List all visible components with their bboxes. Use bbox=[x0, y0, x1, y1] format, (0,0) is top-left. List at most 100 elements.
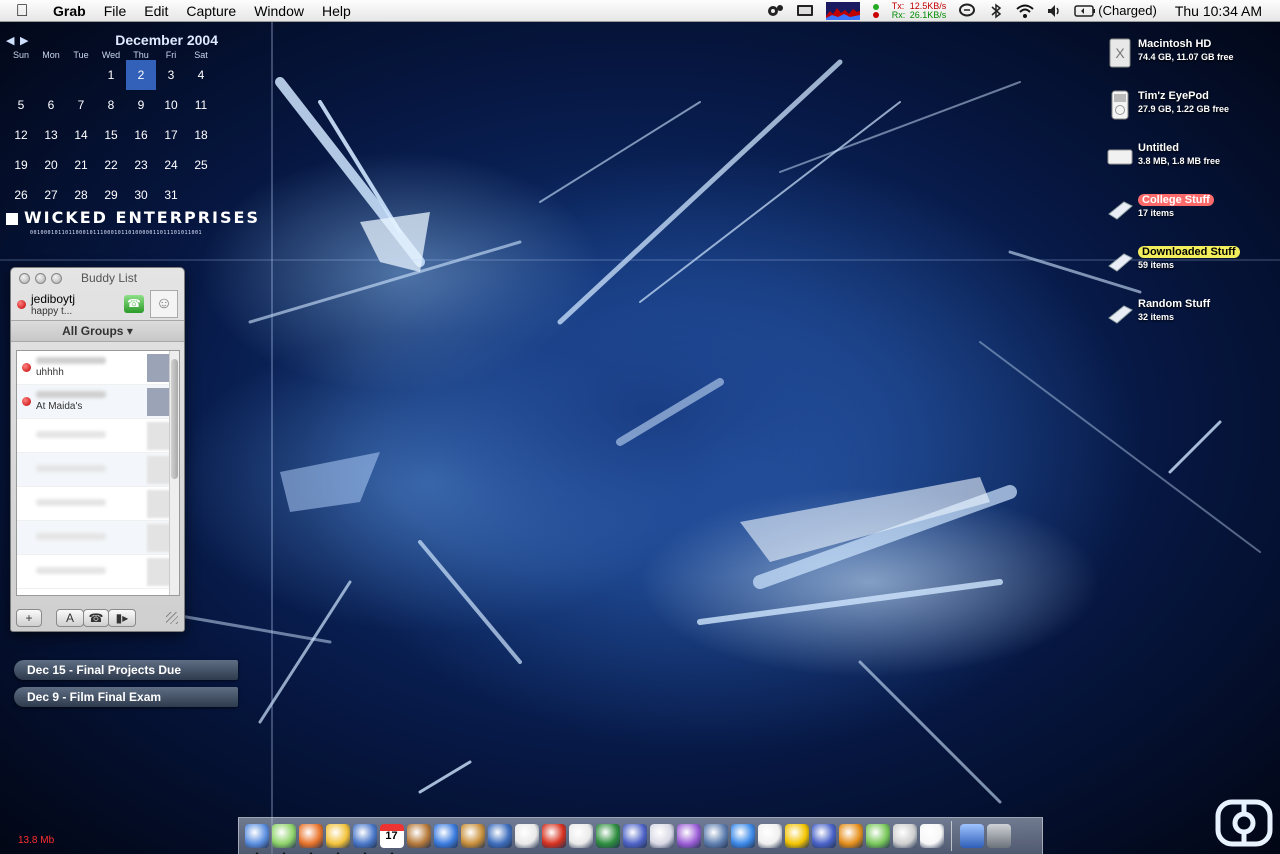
my-buddy-icon[interactable]: ☺ bbox=[150, 290, 178, 318]
address-icon[interactable] bbox=[757, 824, 782, 848]
minimize-button[interactable] bbox=[35, 272, 46, 284]
calendar-day[interactable]: 25 bbox=[186, 150, 216, 180]
display-icon[interactable] bbox=[796, 4, 814, 18]
buddy-row[interactable] bbox=[17, 555, 179, 589]
transmit-icon[interactable] bbox=[838, 824, 863, 848]
battery-icon[interactable]: (Charged) bbox=[1074, 3, 1157, 18]
calendar-day[interactable]: 10 bbox=[156, 90, 186, 120]
calendar-day[interactable]: 28 bbox=[66, 180, 96, 210]
dictionary-icon[interactable] bbox=[487, 824, 512, 848]
video-chat-icon[interactable]: ▮▸ bbox=[108, 609, 136, 627]
calendar-day[interactable]: 31 bbox=[156, 180, 186, 210]
text-chat-button[interactable]: A bbox=[56, 609, 84, 627]
quicktime-icon[interactable] bbox=[730, 824, 755, 848]
buddy-row[interactable] bbox=[17, 453, 179, 487]
buddy-row[interactable] bbox=[17, 521, 179, 555]
desktop-icon-macintosh-hd[interactable]: X Macintosh HD 74.4 GB, 11.07 GB free bbox=[1106, 38, 1234, 68]
ipod-icon[interactable] bbox=[649, 824, 674, 848]
dvd-player-icon[interactable] bbox=[514, 824, 539, 848]
my-status-message[interactable]: happy t... bbox=[31, 306, 75, 317]
desktop-icon-college-stuff[interactable]: College Stuff 17 items bbox=[1106, 194, 1214, 224]
calendar-day[interactable]: 3 bbox=[156, 60, 186, 90]
desktop-icon-downloaded-stuff[interactable]: Downloaded Stuff 59 items bbox=[1106, 246, 1240, 276]
my-screen-name[interactable]: jediboytj bbox=[31, 292, 75, 306]
menu-clock[interactable]: Thu 10:34 AM bbox=[1175, 3, 1262, 19]
buddy-list-scrollbar[interactable] bbox=[169, 351, 179, 595]
desktop-icon-random-stuff[interactable]: Random Stuff 32 items bbox=[1106, 298, 1210, 328]
menu-edit[interactable]: Edit bbox=[135, 0, 177, 22]
groups-selector[interactable]: All Groups ▾ bbox=[11, 320, 184, 342]
calendar-day[interactable]: 8 bbox=[96, 90, 126, 120]
menu-capture[interactable]: Capture bbox=[177, 0, 245, 22]
buddy-row[interactable] bbox=[17, 487, 179, 521]
gear-icon[interactable] bbox=[766, 3, 784, 19]
buddy-list-titlebar[interactable]: Buddy List bbox=[11, 268, 184, 288]
network-stats[interactable]: Tx: 12.5KB/s Rx: 26.1KB/s bbox=[892, 1, 947, 20]
calendar-day[interactable]: 30 bbox=[126, 180, 156, 210]
calculator-icon[interactable] bbox=[892, 824, 917, 848]
calendar-day[interactable]: 16 bbox=[126, 120, 156, 150]
desktop-icon-eyepod[interactable]: Tim'z EyePod 27.9 GB, 1.22 GB free bbox=[1106, 90, 1229, 120]
calendar-day[interactable]: 2 bbox=[126, 60, 156, 90]
firefox-icon[interactable] bbox=[298, 824, 323, 854]
apple-menu-icon[interactable]:  bbox=[0, 1, 44, 21]
finder-icon[interactable] bbox=[244, 824, 269, 854]
scroll-thumb[interactable] bbox=[171, 359, 178, 479]
reminder-film-exam[interactable]: Dec 9 - Film Final Exam bbox=[14, 687, 238, 707]
calendar-day[interactable]: 21 bbox=[66, 150, 96, 180]
calendar-day[interactable]: 17 bbox=[156, 120, 186, 150]
calendar-day[interactable]: 9 bbox=[126, 90, 156, 120]
disc-utility-icon[interactable] bbox=[676, 824, 701, 848]
applications-icon[interactable] bbox=[959, 824, 984, 848]
menu-app-grab[interactable]: Grab bbox=[44, 0, 95, 22]
zoom-button[interactable] bbox=[51, 272, 62, 284]
iphoto-icon[interactable] bbox=[406, 824, 431, 848]
trash-icon[interactable] bbox=[986, 824, 1011, 848]
clapper-icon[interactable] bbox=[622, 824, 647, 848]
calendar-day[interactable]: 23 bbox=[126, 150, 156, 180]
menu-file[interactable]: File bbox=[95, 0, 136, 22]
calendar-day[interactable]: 7 bbox=[66, 90, 96, 120]
calendar-day[interactable]: 27 bbox=[36, 180, 66, 210]
imovie-icon[interactable] bbox=[433, 824, 458, 848]
adium-icon[interactable] bbox=[865, 824, 890, 848]
mail-icon[interactable] bbox=[352, 824, 377, 854]
audio-chat-icon[interactable]: ☎ bbox=[83, 609, 109, 627]
close-button[interactable] bbox=[19, 272, 30, 284]
calendar-day[interactable]: 12 bbox=[6, 120, 36, 150]
aim-icon[interactable] bbox=[325, 824, 350, 854]
calendar-day[interactable]: 22 bbox=[96, 150, 126, 180]
calendar-day[interactable]: 20 bbox=[36, 150, 66, 180]
calendar-day[interactable]: 14 bbox=[66, 120, 96, 150]
activity-monitor-icon[interactable] bbox=[919, 824, 944, 848]
buddy-row[interactable]: At Maida's bbox=[17, 385, 179, 419]
chat-bubble-icon[interactable] bbox=[958, 3, 976, 19]
resize-grip-icon[interactable] bbox=[166, 612, 178, 624]
ical-icon[interactable]: 17 bbox=[379, 824, 404, 854]
calendar-day[interactable]: 18 bbox=[186, 120, 216, 150]
final-cut-icon[interactable] bbox=[568, 824, 593, 848]
calendar-day[interactable]: 29 bbox=[96, 180, 126, 210]
garageband-icon[interactable] bbox=[460, 824, 485, 848]
server-icon[interactable] bbox=[703, 824, 728, 848]
calendar-day[interactable]: 19 bbox=[6, 150, 36, 180]
add-buddy-button[interactable]: + bbox=[16, 609, 42, 627]
calendar-day[interactable]: 26 bbox=[6, 180, 36, 210]
calendar-day[interactable]: 4 bbox=[186, 60, 216, 90]
volume-icon[interactable] bbox=[1046, 3, 1062, 19]
calendar-day[interactable]: 1 bbox=[96, 60, 126, 90]
calendar-day[interactable]: 15 bbox=[96, 120, 126, 150]
itunes-icon[interactable] bbox=[271, 824, 296, 854]
caution-icon[interactable] bbox=[784, 824, 809, 848]
desktop-icon-untitled[interactable]: Untitled 3.8 MB, 1.8 MB free bbox=[1106, 142, 1220, 172]
reminder-final-projects[interactable]: Dec 15 - Final Projects Due bbox=[14, 660, 238, 680]
calendar-day[interactable]: 24 bbox=[156, 150, 186, 180]
money-icon[interactable] bbox=[595, 824, 620, 848]
buddy-row[interactable]: uhhhh bbox=[17, 351, 179, 385]
cpu-graph-icon[interactable] bbox=[825, 1, 860, 20]
xcode-icon[interactable] bbox=[811, 824, 836, 848]
flash-icon[interactable] bbox=[541, 824, 566, 848]
bluetooth-icon[interactable] bbox=[988, 3, 1004, 19]
next-month-icon[interactable]: ▶ bbox=[20, 34, 34, 47]
calendar-day[interactable]: 6 bbox=[36, 90, 66, 120]
